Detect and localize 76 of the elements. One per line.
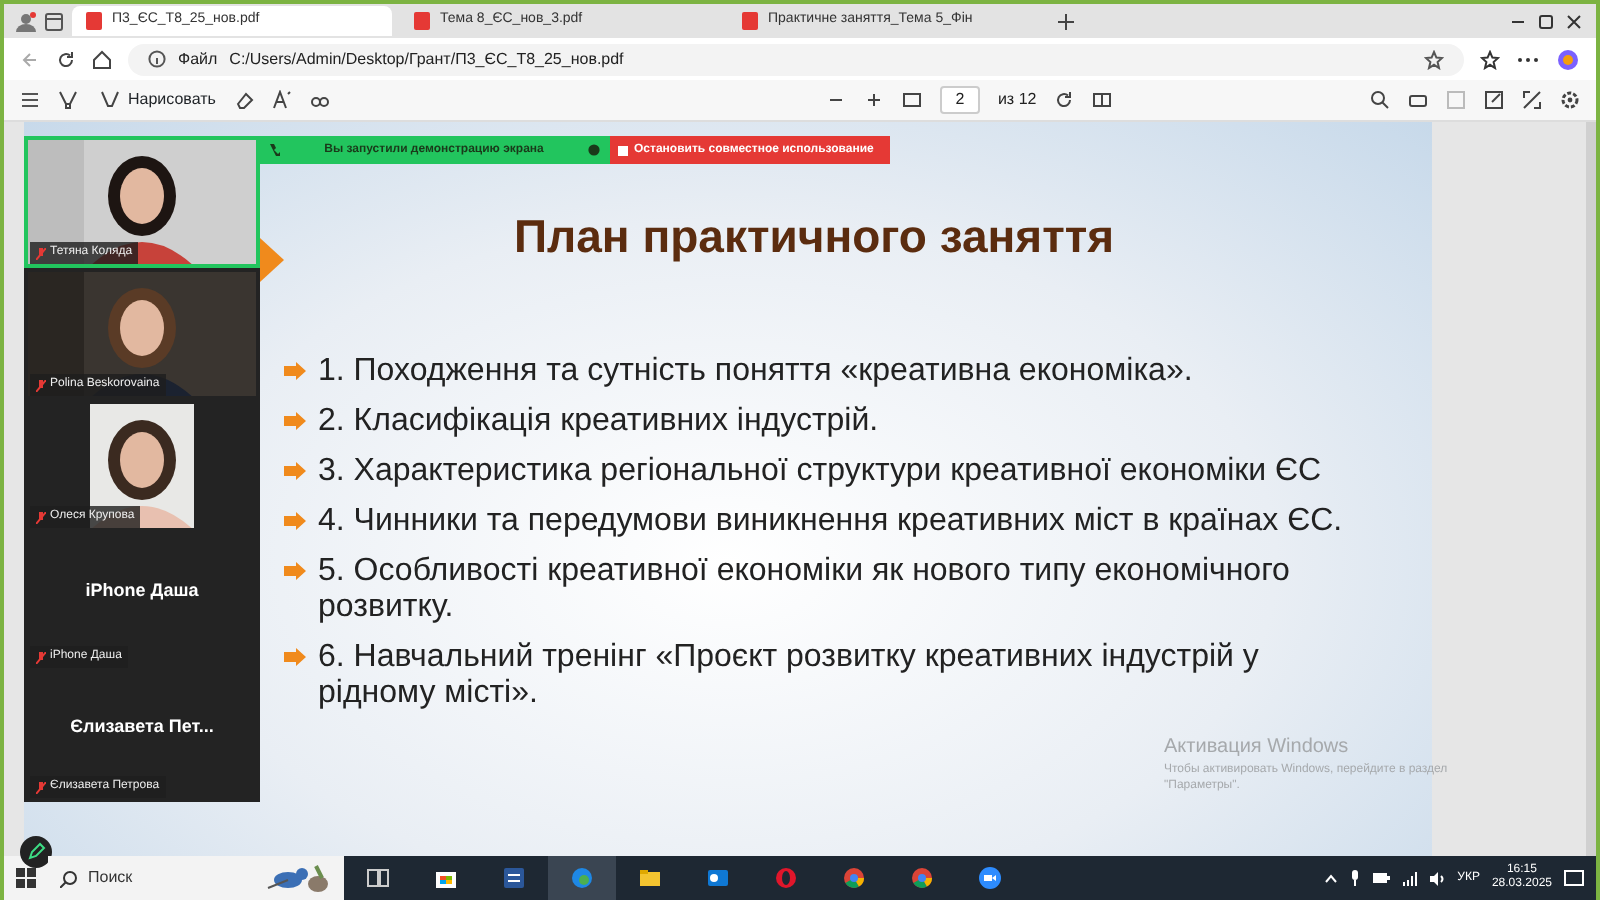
profile-icon[interactable] (16, 11, 36, 31)
slide-title: План практичного заняття (514, 210, 1115, 266)
rotate-icon[interactable] (1054, 90, 1075, 110)
task-view-icon[interactable] (366, 866, 390, 890)
pdf-icon (84, 10, 104, 32)
scrollbar[interactable] (1586, 122, 1596, 856)
pdf-icon (740, 10, 760, 32)
page-total: из 12 (997, 88, 1037, 112)
save-as-icon[interactable] (1484, 90, 1504, 110)
slide-list-item: 3. Характеристика регіональної структури креативної економіки ЄС (318, 453, 1322, 490)
participant-display-name: Єлизавета Пет... (70, 713, 214, 740)
zoom-in-icon[interactable] (863, 90, 884, 110)
edit-fab-icon[interactable] (20, 836, 52, 868)
folder-icon[interactable] (638, 866, 662, 890)
fullscreen-icon[interactable] (1522, 90, 1542, 110)
settings-icon[interactable] (1560, 90, 1580, 110)
stop-icon (618, 145, 628, 155)
search-icon[interactable] (1370, 90, 1390, 110)
address-bar[interactable]: Файл C:/Users/Admin/Desktop/Грант/П3_ЄС_Т8_25_нов.pdf (128, 43, 1464, 75)
phone-icon (270, 144, 280, 156)
info-icon (148, 50, 166, 68)
search-icon (60, 869, 78, 887)
address-scheme: Файл (178, 47, 218, 71)
home-icon[interactable] (92, 49, 112, 69)
chrome-icon[interactable] (842, 866, 866, 890)
volume-icon[interactable] (1429, 871, 1446, 885)
slide-list-item: 2. Класифікація креативних індустрій. (318, 403, 879, 440)
opera-icon[interactable] (774, 866, 798, 890)
more-icon[interactable] (1516, 55, 1540, 63)
slide-list-item: 6. Навчальний тренінг «Проєкт розвитку креативних індустрій у рідному місті». (318, 639, 1261, 712)
bullet-arrow-icon (284, 461, 306, 480)
chevron-up-icon[interactable] (1323, 873, 1338, 883)
highlight-icon[interactable] (58, 90, 82, 110)
wifi-icon[interactable] (1401, 871, 1418, 885)
video-call-icon[interactable] (978, 866, 1002, 890)
eraser-icon[interactable] (233, 90, 254, 110)
address-url: C:/Users/Admin/Desktop/Грант/П3_ЄС_Т8_25_нов.pdf (229, 47, 624, 71)
restore-icon[interactable] (1536, 11, 1556, 31)
outlook-icon[interactable] (706, 866, 730, 890)
page-view-icon[interactable] (1092, 90, 1113, 110)
slide-arrow-icon (260, 238, 284, 282)
bullet-arrow-icon (284, 361, 306, 380)
pdf-icon (412, 10, 432, 32)
copilot-icon[interactable] (1556, 47, 1580, 71)
slide-list-item: 1. Походження та сутність поняття «креативна економіка». (318, 353, 1193, 390)
bullet-arrow-icon (284, 647, 306, 666)
edge-icon[interactable] (570, 866, 594, 890)
slide-list-item: 4. Чинники та передумови виникнення креативних міст в країнах ЄС. (318, 503, 1343, 540)
favorites-icon[interactable] (1480, 49, 1500, 69)
fit-page-icon[interactable] (901, 90, 922, 110)
draw-button[interactable]: Нарисовать (100, 88, 216, 112)
contents-icon[interactable] (20, 90, 40, 110)
word-icon[interactable] (502, 866, 526, 890)
workspaces-icon[interactable] (44, 11, 64, 31)
battery-icon[interactable] (1371, 872, 1390, 884)
star-icon[interactable] (1424, 49, 1444, 69)
notifications-icon[interactable] (1564, 869, 1584, 887)
store-icon[interactable] (434, 866, 458, 890)
new-tab-icon[interactable] (1056, 11, 1076, 31)
page-number-field[interactable]: 2 (939, 86, 980, 114)
microphone-icon[interactable] (1349, 870, 1360, 886)
print-icon[interactable] (1408, 90, 1428, 110)
taskbar-search-field[interactable]: Поиск (48, 856, 344, 900)
participant-display-name: iPhone Даша (85, 578, 199, 605)
read-aloud-icon[interactable] (271, 90, 292, 110)
chrome-icon[interactable] (910, 866, 934, 890)
bullet-arrow-icon (284, 511, 306, 530)
bullet-arrow-icon (284, 561, 306, 580)
search-placeholder: Поиск (88, 866, 133, 890)
activation-title: Активация Windows (1164, 734, 1351, 762)
bullet-arrow-icon (284, 411, 306, 430)
start-icon[interactable] (16, 868, 36, 888)
slide-list-item: 5. Особливості креативної економіки як нового типу економічного розвитку. (318, 553, 1292, 626)
pen-icon (100, 90, 120, 110)
close-icon[interactable] (1564, 11, 1584, 31)
refresh-icon[interactable] (56, 49, 76, 69)
